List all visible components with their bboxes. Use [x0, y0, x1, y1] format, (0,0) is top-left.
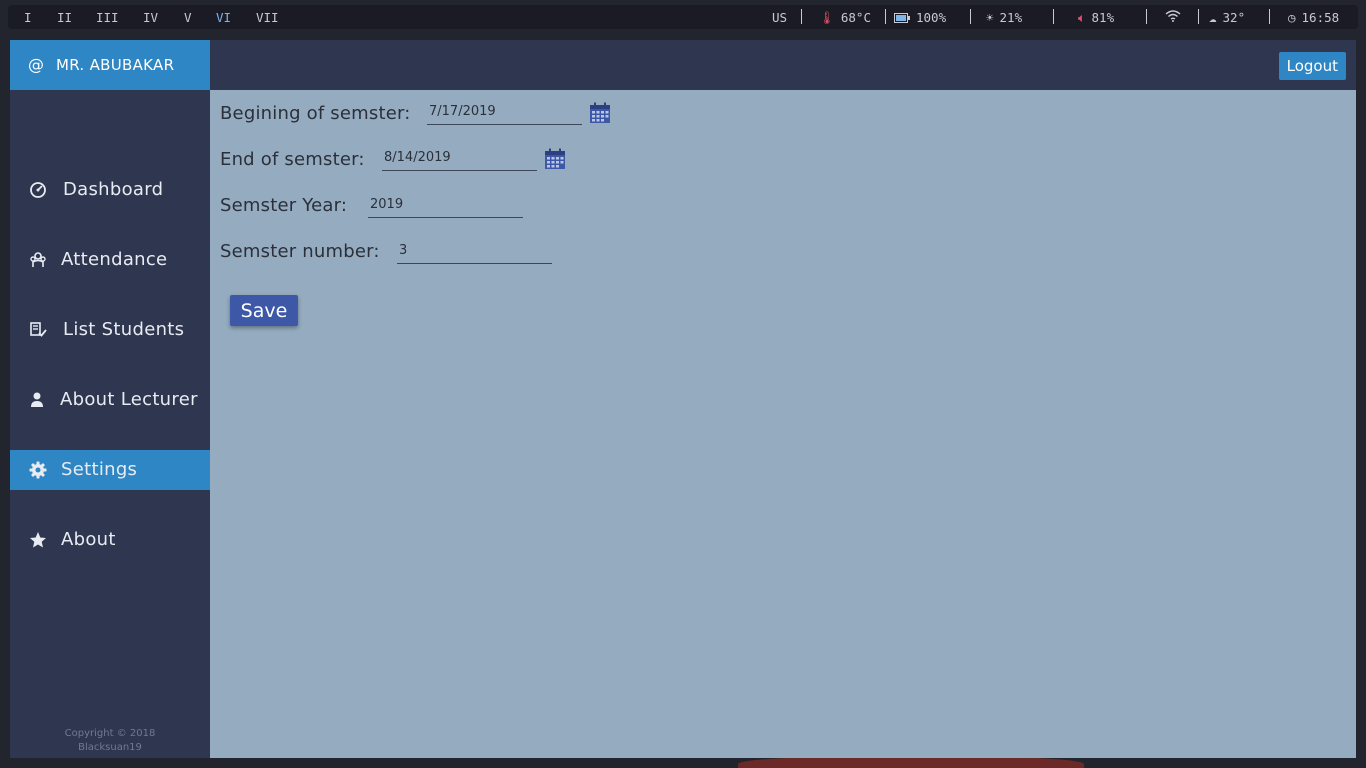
- sidebar-item-label: Settings: [61, 459, 138, 480]
- sidebar-item-label: About Lecturer: [60, 389, 198, 410]
- user-bar: @ MR. ABUBAKAR: [10, 40, 210, 90]
- begin-semester-field[interactable]: [427, 99, 582, 125]
- wifi-icon: [1165, 10, 1181, 22]
- sidebar-item-label: Attendance: [61, 249, 168, 270]
- sidebar-item-about-lecturer[interactable]: About Lecturer: [10, 380, 210, 420]
- workspace-4[interactable]: IV: [143, 10, 158, 25]
- semester-year-label: Semster Year:: [220, 195, 348, 216]
- system-bar: I II III IV V VI VII US 🌡︎ 68°C 100% ☀︎ 21…: [8, 5, 1358, 29]
- copyright: Copyright © 2018 Blacksuan19: [64, 728, 156, 753]
- workspace-1[interactable]: I: [24, 10, 32, 25]
- sidebar-item-list-students[interactable]: List Students: [10, 310, 210, 350]
- calendar-icon[interactable]: [589, 102, 611, 124]
- user-icon: [31, 392, 43, 407]
- sidebar: @ MR. ABUBAKAR Dashboard Attendance List…: [10, 40, 210, 758]
- star-icon: [30, 532, 46, 548]
- wifi-status[interactable]: [1165, 10, 1181, 25]
- gear-icon: [29, 461, 47, 479]
- semester-number-field[interactable]: [397, 238, 552, 264]
- begin-semester-label: Begining of semster:: [220, 103, 411, 124]
- sidebar-item-dashboard[interactable]: Dashboard: [10, 170, 210, 210]
- sidebar-item-settings[interactable]: Settings: [10, 450, 210, 490]
- speaker-icon: 🔈︎: [1078, 10, 1086, 25]
- keyboard-layout: US: [772, 10, 788, 25]
- sidebar-item-label: About: [61, 529, 116, 550]
- end-semester-label: End of semster:: [220, 149, 365, 170]
- semester-year-field[interactable]: [368, 192, 523, 218]
- attendance-icon: [30, 252, 46, 267]
- workspace-3[interactable]: III: [96, 10, 119, 25]
- weather-status: ☁︎ 32°: [1209, 10, 1246, 25]
- battery-status: 100%: [894, 10, 946, 25]
- app-window: @ MR. ABUBAKAR Dashboard Attendance List…: [10, 40, 1356, 758]
- workspace-2[interactable]: II: [57, 10, 72, 25]
- battery-icon: [894, 13, 910, 23]
- volume-status[interactable]: 🔈︎ 81%: [1078, 10, 1114, 26]
- user-name: MR. ABUBAKAR: [56, 56, 175, 74]
- end-semester-field[interactable]: [382, 145, 537, 171]
- thermometer-icon: 🌡︎: [819, 10, 835, 25]
- sidebar-item-about[interactable]: About: [10, 520, 210, 560]
- logout-button[interactable]: Logout: [1278, 52, 1346, 80]
- header-bar: Logout: [210, 40, 1356, 90]
- clock: ◷ 16:58: [1288, 10, 1340, 25]
- clock-icon: ◷: [1288, 10, 1296, 25]
- workspace-5[interactable]: V: [184, 10, 192, 25]
- workspace-6[interactable]: VI: [216, 10, 231, 25]
- sidebar-item-attendance[interactable]: Attendance: [10, 240, 210, 280]
- temperature-status: 🌡︎ 68°C: [819, 10, 871, 25]
- sidebar-item-label: List Students: [63, 319, 185, 340]
- sidebar-item-label: Dashboard: [63, 179, 164, 200]
- brightness-status: ☀︎ 21%: [986, 10, 1023, 25]
- workspace-7[interactable]: VII: [256, 10, 279, 25]
- list-students-icon: [30, 322, 47, 337]
- save-button[interactable]: Save: [230, 295, 298, 326]
- calendar-icon[interactable]: [544, 148, 566, 170]
- dashboard-icon: [30, 182, 46, 198]
- brightness-icon: ☀︎: [986, 10, 994, 25]
- cloud-icon: ☁︎: [1209, 10, 1217, 25]
- semester-number-label: Semster number:: [220, 241, 380, 262]
- at-icon: @: [28, 55, 44, 74]
